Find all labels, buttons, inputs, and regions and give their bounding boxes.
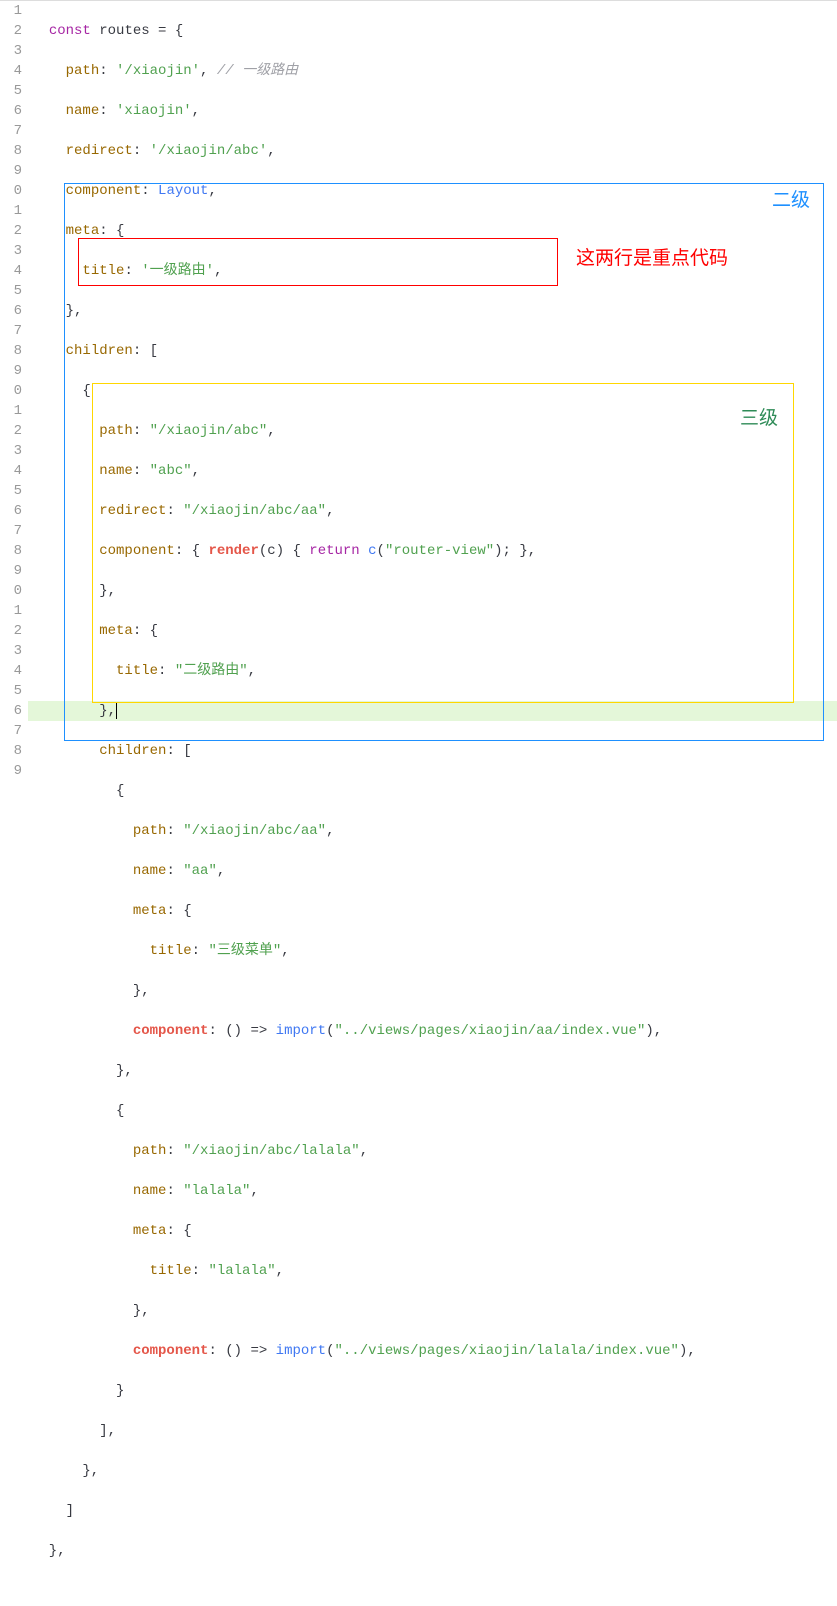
code-line: ] — [32, 1501, 837, 1521]
code-line: children: [ — [32, 741, 837, 761]
code-line: const routes = { — [32, 21, 837, 41]
code-line: redirect: "/xiaojin/abc/aa", — [32, 501, 837, 521]
code-line: path: "/xiaojin/abc/aa", — [32, 821, 837, 841]
line-number: 0 — [0, 581, 22, 601]
line-number: 8 — [0, 341, 22, 361]
code-line: title: "lalala", — [32, 1261, 837, 1281]
line-number: 1 — [0, 201, 22, 221]
code-line: title: "三级菜单", — [32, 941, 837, 961]
code-line: name: "abc", — [32, 461, 837, 481]
line-number: 5 — [0, 481, 22, 501]
line-number: 7 — [0, 521, 22, 541]
line-number: 6 — [0, 101, 22, 121]
line-number: 9 — [0, 161, 22, 181]
code-line: } — [32, 1381, 837, 1401]
line-number: 4 — [0, 461, 22, 481]
line-number: 3 — [0, 641, 22, 661]
line-number: 2 — [0, 21, 22, 41]
line-number: 2 — [0, 421, 22, 441]
line-number: 9 — [0, 361, 22, 381]
line-number: 6 — [0, 701, 22, 721]
line-number: 2 — [0, 621, 22, 641]
line-number-gutter: 1 2 3 4 5 6 7 8 9 0 1 2 3 4 5 6 7 8 9 0 … — [0, 1, 28, 1606]
code-line: path: "/xiaojin/abc", — [32, 421, 837, 441]
line-number: 4 — [0, 661, 22, 681]
line-number: 4 — [0, 261, 22, 281]
code-line: meta: { — [32, 1221, 837, 1241]
code-line: children: [ — [32, 341, 837, 361]
line-number: 8 — [0, 741, 22, 761]
line-number: 5 — [0, 81, 22, 101]
line-number: 5 — [0, 281, 22, 301]
line-number: 9 — [0, 761, 22, 781]
line-number: 0 — [0, 181, 22, 201]
line-number: 4 — [0, 61, 22, 81]
line-number: 6 — [0, 301, 22, 321]
code-line: path: '/xiaojin', // 一级路由 — [32, 61, 837, 81]
code-line: }, — [32, 1301, 837, 1321]
line-number: 1 — [0, 1, 22, 21]
code-line: path: "/xiaojin/abc/lalala", — [32, 1141, 837, 1161]
line-number: 6 — [0, 501, 22, 521]
code-line: title: '一级路由', — [32, 261, 837, 281]
code-line: meta: { — [32, 221, 837, 241]
code-line: }, — [32, 1461, 837, 1481]
code-line-highlighted: }, — [28, 701, 837, 721]
code-line: }, — [32, 1061, 837, 1081]
code-line: ], — [32, 1421, 837, 1441]
line-number: 3 — [0, 41, 22, 61]
line-number: 0 — [0, 381, 22, 401]
code-line: component: () => import("../views/pages/… — [32, 1341, 837, 1361]
code-line: { — [32, 781, 837, 801]
code-line: component: Layout, — [32, 181, 837, 201]
code-line: }, — [32, 581, 837, 601]
code-line: }, — [32, 981, 837, 1001]
code-line: }, — [32, 1541, 837, 1561]
line-number: 8 — [0, 541, 22, 561]
code-line: component: { render(c) { return c("route… — [32, 541, 837, 561]
line-number: 9 — [0, 561, 22, 581]
code-line: component: () => import("../views/pages/… — [32, 1021, 837, 1041]
line-number: 5 — [0, 681, 22, 701]
code-line: { — [32, 381, 837, 401]
code-line: meta: { — [32, 901, 837, 921]
code-editor: 1 2 3 4 5 6 7 8 9 0 1 2 3 4 5 6 7 8 9 0 … — [0, 0, 837, 1606]
code-line: name: "lalala", — [32, 1181, 837, 1201]
code-area[interactable]: const routes = { path: '/xiaojin', // 一级… — [28, 1, 837, 1606]
code-line: name: "aa", — [32, 861, 837, 881]
line-number: 1 — [0, 601, 22, 621]
code-line: }, — [32, 301, 837, 321]
code-line: redirect: '/xiaojin/abc', — [32, 141, 837, 161]
line-number: 7 — [0, 721, 22, 741]
line-number: 3 — [0, 441, 22, 461]
line-number: 8 — [0, 141, 22, 161]
code-line: { — [32, 1101, 837, 1121]
line-number: 1 — [0, 401, 22, 421]
line-number: 7 — [0, 121, 22, 141]
code-line: name: 'xiaojin', — [32, 101, 837, 121]
code-line: meta: { — [32, 621, 837, 641]
line-number: 7 — [0, 321, 22, 341]
line-number: 2 — [0, 221, 22, 241]
line-number: 3 — [0, 241, 22, 261]
code-line: title: "二级路由", — [32, 661, 837, 681]
